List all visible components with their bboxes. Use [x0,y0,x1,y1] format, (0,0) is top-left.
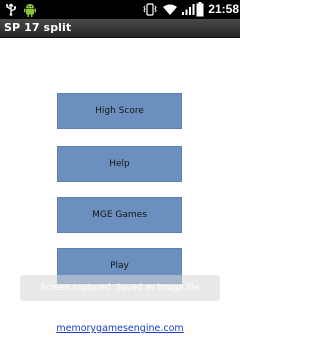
vibrate-icon [143,3,157,16]
signal-icon [182,4,195,15]
website-link[interactable]: memorygamesengine.com [0,323,240,334]
status-time: 21:58 [208,2,239,16]
wifi-icon [163,4,177,15]
app-title: SP 17 split [4,21,72,34]
toast-text: Screen captured. Saved as image file [40,283,200,293]
usb-icon [6,3,16,16]
toast-notification: Screen captured. Saved as image file [20,275,220,301]
status-bar: 21:58 [0,0,240,19]
android-debug-icon [24,4,36,17]
high-score-button[interactable]: High Score [57,93,182,129]
help-button[interactable]: Help [57,146,182,182]
title-bar: SP 17 split [0,19,240,38]
mge-games-button[interactable]: MGE Games [57,197,182,233]
